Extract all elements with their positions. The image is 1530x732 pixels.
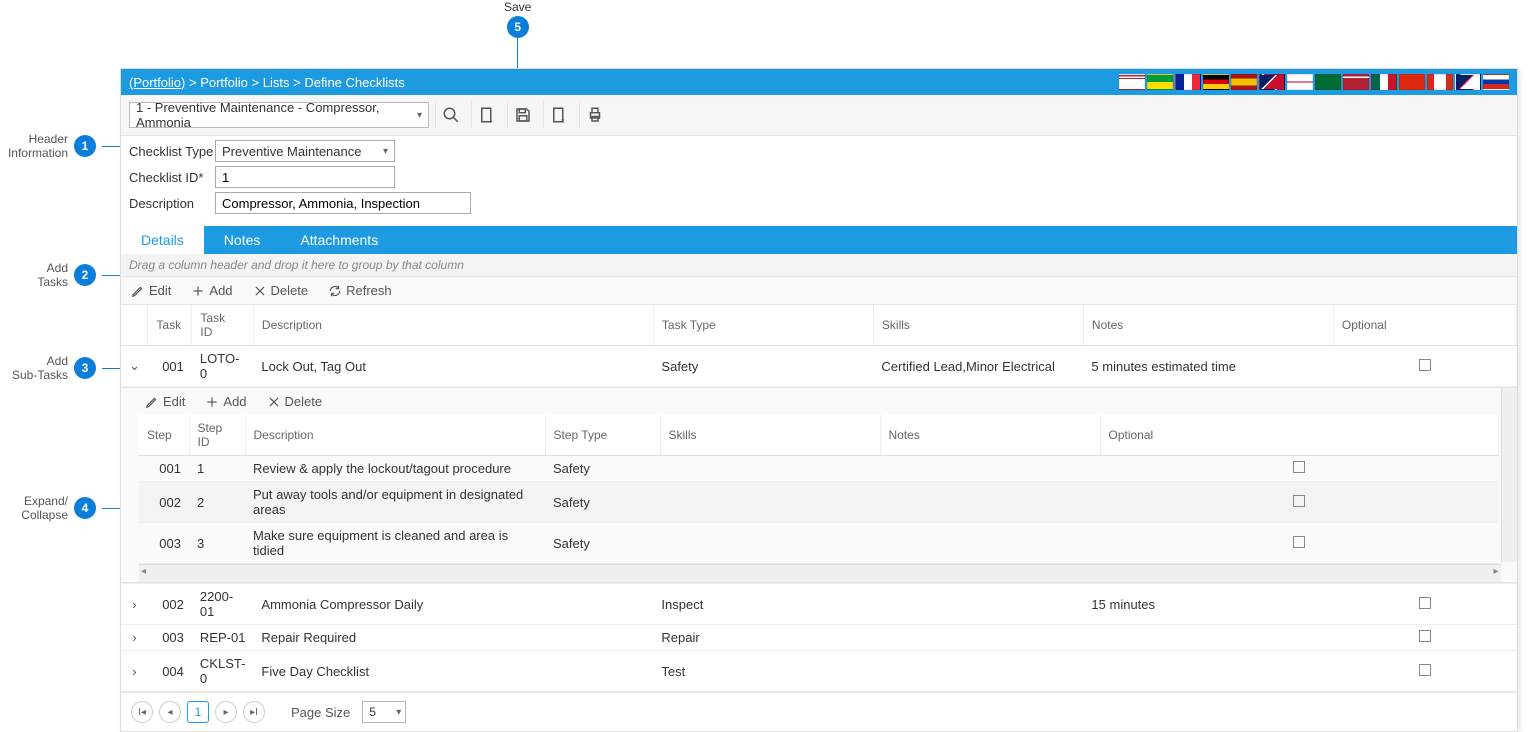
horizontal-scrollbar[interactable] [139,564,1501,582]
delete-button[interactable]: Delete [253,283,309,298]
sub-edit-button[interactable]: Edit [145,394,185,409]
callout-add-tasks-label: Add Tasks [34,261,68,290]
task-row[interactable]: ⌄ 001 LOTO-0 Lock Out, Tag Out Safety Ce… [121,346,1517,387]
subtask-row[interactable]: 001 1 Review & apply the lockout/tagout … [139,456,1498,482]
pager-next[interactable]: ▸ [215,701,237,723]
flag-icon[interactable] [1203,74,1229,90]
optional-checkbox[interactable] [1293,536,1305,548]
group-by-hint: Drag a column header and drop it here to… [121,254,1517,277]
flag-icon[interactable] [1287,74,1313,90]
expand-toggle[interactable]: › [121,651,148,692]
tab-details[interactable]: Details [121,226,204,254]
flag-icon[interactable] [1455,74,1481,90]
callout-3-badge: 3 [74,357,96,379]
optional-checkbox[interactable] [1293,461,1305,473]
subtask-header-row: Step Step ID Description Step Type Skill… [139,415,1498,456]
tab-notes[interactable]: Notes [204,226,281,254]
delete-doc-icon[interactable]: × [543,101,573,129]
callout-2-badge: 2 [74,264,96,286]
edit-button[interactable]: Edit [131,283,171,298]
breadcrumb: (Portfolio) > Portfolio > Lists > Define… [129,75,405,90]
breadcrumb-root[interactable]: (Portfolio) [129,75,185,90]
flag-icon[interactable] [1147,74,1173,90]
task-header-row: Task Task ID Description Task Type Skill… [121,305,1517,346]
expand-toggle[interactable]: ⌄ [121,346,148,387]
add-button[interactable]: Add [191,283,232,298]
description-input[interactable] [215,192,471,214]
sub-delete-button[interactable]: Delete [267,394,323,409]
flag-icon[interactable] [1427,74,1453,90]
sub-add-button[interactable]: Add [205,394,246,409]
task-row[interactable]: › 004 CKLST-0 Five Day Checklist Test [121,651,1517,692]
flag-icon[interactable] [1399,74,1425,90]
optional-checkbox[interactable] [1293,495,1305,507]
callout-header-label: Header Information [6,132,68,161]
pager-prev[interactable]: ◂ [159,701,181,723]
optional-checkbox[interactable] [1419,359,1431,371]
description-label: Description [129,196,215,211]
pager-current[interactable]: 1 [187,701,209,723]
optional-checkbox[interactable] [1419,664,1431,676]
search-icon[interactable] [435,101,465,129]
refresh-button[interactable]: Refresh [328,283,392,298]
expand-toggle[interactable]: › [121,625,148,651]
breadcrumb-part-3[interactable]: Define Checklists [304,75,404,90]
tab-attachments[interactable]: Attachments [280,226,398,254]
callout-4-badge: 4 [74,497,96,519]
svg-text:+: + [488,116,493,124]
checklist-type-label: Checklist Type [129,144,215,159]
flag-icon[interactable] [1483,74,1509,90]
task-row[interactable]: › 003 REP-01 Repair Required Repair [121,625,1517,651]
pager-last[interactable]: ▸I [243,701,265,723]
optional-checkbox[interactable] [1419,630,1431,642]
language-flags [1119,74,1509,90]
optional-checkbox[interactable] [1419,597,1431,609]
svg-text:×: × [560,116,564,124]
flag-icon[interactable] [1175,74,1201,90]
flag-icon[interactable] [1259,74,1285,90]
callout-1-badge: 1 [74,135,96,157]
print-icon[interactable] [579,101,609,129]
flag-icon[interactable] [1371,74,1397,90]
vertical-scrollbar[interactable] [1501,388,1517,562]
flag-icon[interactable] [1343,74,1369,90]
flag-icon[interactable] [1119,74,1145,90]
callout-add-subtasks-label: Add Sub-Tasks [6,354,68,383]
subtask-row[interactable]: 003 3 Make sure equipment is cleaned and… [139,523,1498,564]
callout-5-badge: 5 [507,16,529,38]
breadcrumb-part-1[interactable]: Portfolio [200,75,248,90]
subtask-row[interactable]: 002 2 Put away tools and/or equipment in… [139,482,1498,523]
flag-icon[interactable] [1315,74,1341,90]
callout-save-label: Save [504,0,531,14]
checklist-id-input[interactable] [215,166,395,188]
new-icon[interactable]: + [471,101,501,129]
callout-expand-label: Expand/ Collapse [14,494,68,523]
expand-toggle[interactable]: › [121,584,148,625]
save-icon[interactable] [507,101,537,129]
checklist-id-label: Checklist ID* [129,170,215,185]
pager-first[interactable]: I◂ [131,701,153,723]
task-row[interactable]: › 002 2200-01 Ammonia Compressor Daily I… [121,584,1517,625]
page-size-select[interactable]: 5 [362,701,406,723]
breadcrumb-part-2[interactable]: Lists [263,75,290,90]
checklist-type-select[interactable]: Preventive Maintenance [215,140,395,162]
flag-icon[interactable] [1231,74,1257,90]
checklist-selector[interactable]: 1 - Preventive Maintenance - Compressor,… [129,102,429,128]
page-size-label: Page Size [291,705,350,720]
